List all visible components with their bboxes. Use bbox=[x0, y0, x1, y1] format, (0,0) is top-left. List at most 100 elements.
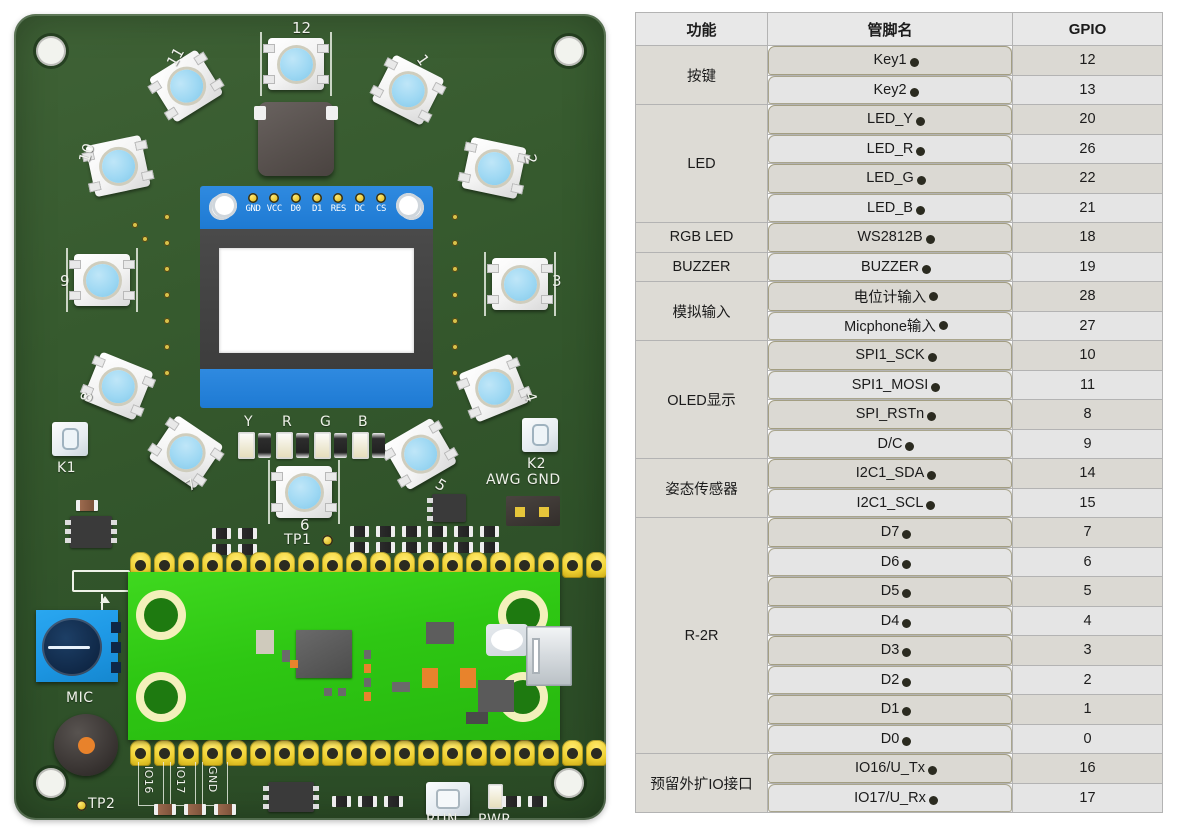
cell-pin-name: LED_Y bbox=[767, 104, 1013, 135]
awg-label: AWG bbox=[486, 472, 522, 488]
oled-pin-gnd: GND bbox=[244, 193, 262, 215]
side-key-k1[interactable] bbox=[52, 422, 88, 456]
side-key-k1-label: K1 bbox=[57, 460, 77, 476]
oled-pin-d0-label: D0 bbox=[290, 204, 301, 214]
cell-function: BUZZER bbox=[635, 251, 768, 282]
table-row: 按键 Key1 12 bbox=[635, 45, 1163, 105]
cell-gpio: 20 bbox=[1012, 104, 1163, 135]
potentiometer[interactable] bbox=[36, 610, 121, 682]
cell-function: R-2R bbox=[635, 517, 768, 754]
pico-mount-hole-1 bbox=[144, 598, 178, 632]
awg-connector[interactable] bbox=[506, 496, 560, 526]
page-root: 12 11 1 10 2 9 3 8 4 7 5 6 K1 K2 GND VCC… bbox=[0, 0, 1197, 834]
cell-pin-name: D/C bbox=[767, 428, 1013, 459]
oled-pin-cs-label: CS bbox=[375, 204, 386, 214]
potentiometer-knob[interactable] bbox=[42, 618, 102, 676]
development-board: 12 11 1 10 2 9 3 8 4 7 5 6 K1 K2 GND VCC… bbox=[14, 14, 606, 820]
cell-gpio: 22 bbox=[1012, 163, 1163, 194]
cell-gpio: 2 bbox=[1012, 664, 1163, 695]
mounting-hole-top-left bbox=[36, 36, 66, 66]
cell-function: 姿态传感器 bbox=[635, 458, 768, 518]
cell-pin-name: D0 bbox=[767, 723, 1013, 754]
cell-gpio: 27 bbox=[1012, 310, 1163, 341]
table-header-row: 功能 管脚名 GPIO bbox=[635, 12, 1163, 46]
cell-pin-name: IO16/U_Tx bbox=[767, 753, 1013, 784]
led-g bbox=[314, 432, 331, 459]
led-y bbox=[238, 432, 255, 459]
column-header-pin-name: 管脚名 bbox=[767, 12, 1013, 46]
cell-gpio: 5 bbox=[1012, 576, 1163, 607]
cell-pin-name: 电位计输入 bbox=[767, 281, 1013, 312]
cell-pin-name: SPI1_SCK bbox=[767, 340, 1013, 371]
cell-pin-name: D4 bbox=[767, 605, 1013, 636]
tactile-button-6[interactable] bbox=[271, 466, 337, 518]
cell-function: RGB LED bbox=[635, 222, 768, 253]
led-b bbox=[352, 432, 369, 459]
tactile-button-1-label: 1 bbox=[412, 50, 433, 70]
tactile-button-9-label: 9 bbox=[60, 272, 70, 290]
micro-usb-connector[interactable] bbox=[526, 626, 572, 686]
cell-pin-name: SPI_RSTn bbox=[767, 399, 1013, 430]
driver-ic bbox=[427, 494, 466, 522]
oled-pin-list: GND VCC D0 D1 RES DC CS bbox=[244, 193, 390, 215]
analog-ic bbox=[65, 516, 117, 548]
tactile-button-2[interactable] bbox=[457, 136, 531, 200]
pwr-led bbox=[488, 784, 503, 809]
voltage-regulator bbox=[478, 680, 514, 712]
oled-pin-res: RES bbox=[329, 193, 347, 215]
run-button[interactable] bbox=[426, 782, 470, 816]
table-row: LED LED_Y 20 bbox=[635, 104, 1163, 223]
oled-pin-d1: D1 bbox=[308, 193, 326, 215]
tactile-button-12-label: 12 bbox=[292, 19, 312, 37]
cell-pin-name: WS2812B bbox=[767, 222, 1013, 253]
cell-gpio: 4 bbox=[1012, 605, 1163, 636]
tactile-button-8[interactable] bbox=[79, 351, 157, 421]
cell-pin-name: SPI1_MOSI bbox=[767, 369, 1013, 400]
cell-pin-name: D3 bbox=[767, 635, 1013, 666]
tp2-test-point bbox=[76, 800, 87, 811]
cell-gpio: 12 bbox=[1012, 45, 1163, 76]
cell-function: 按键 bbox=[635, 45, 768, 105]
cell-gpio: 1 bbox=[1012, 694, 1163, 725]
table-row: 预留外扩IO接口 IO16/U_Tx 16 bbox=[635, 753, 1163, 813]
cell-pin-name: Key2 bbox=[767, 74, 1013, 105]
pico-pin-io16-label: IO16 bbox=[142, 766, 155, 794]
potentiometer-silk-symbol bbox=[72, 570, 130, 612]
cell-gpio: 13 bbox=[1012, 74, 1163, 105]
pico-mount-hole-2 bbox=[144, 680, 178, 714]
tactile-button-3[interactable] bbox=[487, 258, 553, 310]
oled-screen bbox=[219, 248, 414, 353]
tactile-button-9[interactable] bbox=[69, 254, 135, 306]
column-header-function: 功能 bbox=[635, 12, 768, 46]
cell-gpio: 18 bbox=[1012, 222, 1163, 253]
oled-pad-icon bbox=[375, 193, 386, 203]
tactile-button-3-label: 3 bbox=[552, 272, 562, 290]
led-b-resistor bbox=[372, 433, 385, 458]
oled-pin-dc-label: DC bbox=[354, 204, 365, 214]
tactile-button-1[interactable] bbox=[369, 54, 447, 126]
cell-gpio: 28 bbox=[1012, 281, 1163, 312]
tactile-button-4[interactable] bbox=[455, 353, 533, 423]
cell-pin-name: LED_R bbox=[767, 133, 1013, 164]
led-y-label: Y bbox=[244, 414, 253, 430]
oled-bottom-strip bbox=[200, 369, 433, 408]
led-r-label: R bbox=[282, 414, 292, 430]
mounting-hole-bottom-left bbox=[36, 768, 66, 798]
tactile-button-12[interactable] bbox=[263, 38, 329, 90]
tactile-button-11[interactable] bbox=[147, 49, 225, 123]
awg-gnd-label: GND bbox=[527, 472, 561, 488]
table-row: 模拟输入 电位计输入 28 bbox=[635, 281, 1163, 341]
cell-gpio: 8 bbox=[1012, 399, 1163, 430]
oled-pin-d1-label: D1 bbox=[311, 204, 322, 214]
tactile-button-10[interactable] bbox=[81, 134, 155, 198]
table-row: RGB LED WS2812B 18 bbox=[635, 222, 1163, 253]
side-key-k2[interactable] bbox=[522, 418, 558, 452]
oled-pin-d0: D0 bbox=[287, 193, 305, 215]
led-g-resistor bbox=[334, 433, 347, 458]
cell-pin-name: D2 bbox=[767, 664, 1013, 695]
column-header-gpio: GPIO bbox=[1012, 12, 1163, 46]
table-row: OLED显示 SPI1_SCK 10 bbox=[635, 340, 1163, 459]
cell-gpio: 15 bbox=[1012, 487, 1163, 518]
mounting-hole-top-right bbox=[554, 36, 584, 66]
pico-pin-gnd-label: GND bbox=[206, 766, 219, 793]
